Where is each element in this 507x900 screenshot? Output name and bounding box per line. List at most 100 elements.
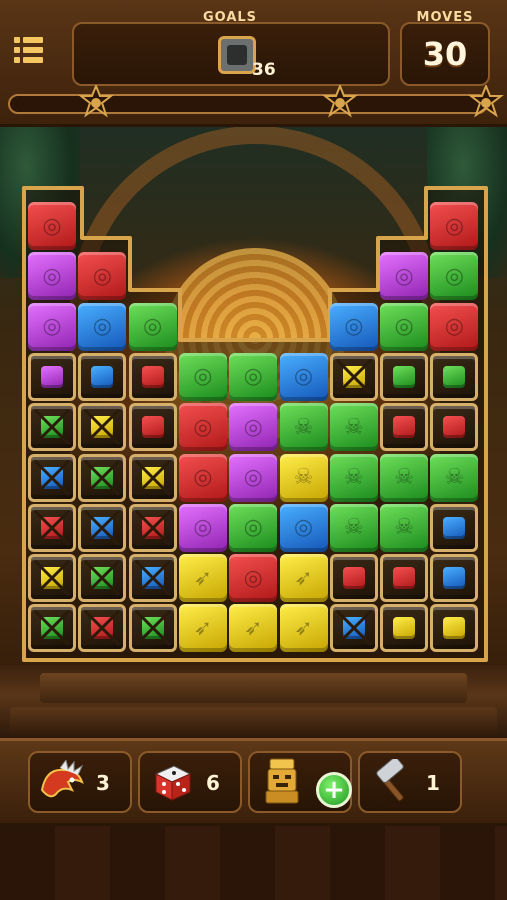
green-skull-block[interactable]: ☠ — [329, 453, 378, 502]
purple-block[interactable]: ◎ — [380, 252, 429, 301]
spiral-glyph-icon: ◎ — [42, 314, 62, 340]
green-block[interactable]: ◎ — [430, 252, 479, 301]
framed-cell[interactable] — [430, 503, 479, 552]
red-block[interactable]: ◎ — [178, 403, 227, 452]
spiral-glyph-icon: ◎ — [243, 364, 263, 390]
framed-cell[interactable] — [128, 403, 177, 452]
moves-panel: 30 — [400, 22, 490, 86]
stone-locked-cell[interactable] — [28, 604, 76, 653]
stone-locked-cell[interactable] — [78, 453, 127, 502]
lock-cross-icon — [33, 509, 71, 546]
purple-block[interactable]: ◎ — [178, 503, 227, 552]
blue-block[interactable]: ◎ — [78, 302, 127, 351]
stone-locked-cell[interactable] — [78, 604, 127, 653]
skull-icon: ☠ — [293, 465, 314, 490]
green-block[interactable]: ◎ — [229, 503, 278, 552]
lock-cross-icon — [84, 459, 121, 496]
red-block[interactable]: ◎ — [229, 554, 278, 603]
spiral-glyph-icon: ◎ — [42, 213, 62, 239]
stone-locked-cell[interactable] — [329, 352, 378, 401]
spiral-glyph-icon: ◎ — [394, 314, 414, 340]
framed-cell[interactable] — [430, 403, 479, 452]
spiral-glyph-icon: ◎ — [42, 263, 62, 289]
dice-booster[interactable]: 6 — [138, 751, 242, 813]
framed-cell[interactable] — [380, 604, 429, 653]
yellow-arrow-block[interactable]: ➶ — [279, 554, 328, 603]
quetzal-dragon-booster[interactable]: 3 — [28, 751, 132, 813]
blue-block[interactable]: ◎ — [279, 503, 328, 552]
purple-block[interactable]: ◎ — [28, 302, 76, 351]
purple-block[interactable]: ◎ — [229, 453, 278, 502]
lock-cross-icon — [335, 610, 372, 647]
red-gem — [393, 416, 416, 439]
lock-cross-icon — [33, 560, 71, 597]
green-skull-block[interactable]: ☠ — [279, 403, 328, 452]
green-skull-block[interactable]: ☠ — [380, 453, 429, 502]
spiral-glyph-icon: ◎ — [193, 465, 213, 490]
stone-locked-cell[interactable] — [128, 453, 177, 502]
framed-cell[interactable] — [329, 554, 378, 603]
stone-locked-cell[interactable] — [78, 503, 127, 552]
add-booster-button[interactable]: + — [316, 772, 352, 808]
stone-locked-cell[interactable] — [28, 453, 76, 502]
blue-gem — [443, 516, 466, 539]
yellow-arrow-block[interactable]: ➶ — [279, 604, 328, 653]
stone-locked-cell[interactable] — [78, 403, 127, 452]
red-block[interactable]: ◎ — [430, 202, 479, 250]
framed-cell[interactable] — [430, 352, 479, 401]
blue-block[interactable]: ◎ — [329, 302, 378, 351]
stone-locked-cell[interactable] — [128, 503, 177, 552]
yellow-arrow-block[interactable]: ➶ — [178, 554, 227, 603]
framed-cell[interactable] — [380, 554, 429, 603]
framed-cell[interactable] — [380, 403, 429, 452]
yellow-arrow-block[interactable]: ➶ — [178, 604, 227, 653]
yellow-arrow-block[interactable]: ➶ — [229, 604, 278, 653]
spiral-glyph-icon: ◎ — [394, 263, 414, 289]
temple-steps — [0, 665, 507, 740]
stone-locked-cell[interactable] — [128, 604, 177, 653]
stone-locked-cell[interactable] — [28, 554, 76, 603]
framed-cell[interactable] — [28, 352, 76, 401]
red-block[interactable]: ◎ — [430, 302, 479, 351]
spiral-glyph-icon: ◎ — [293, 364, 314, 390]
green-block[interactable]: ◎ — [128, 302, 177, 351]
star-milestone-icon — [78, 85, 114, 121]
green-skull-block[interactable]: ☠ — [380, 503, 429, 552]
green-skull-block[interactable]: ☠ — [430, 453, 479, 502]
yellow-skull-block[interactable]: ☠ — [279, 453, 328, 502]
stone-locked-cell[interactable] — [128, 554, 177, 603]
framed-cell[interactable] — [128, 352, 177, 401]
blue-block[interactable]: ◎ — [279, 352, 328, 401]
green-skull-block[interactable]: ☠ — [329, 403, 378, 452]
green-block[interactable]: ◎ — [380, 302, 429, 351]
framed-cell[interactable] — [78, 352, 127, 401]
stone-locked-cell[interactable] — [78, 554, 127, 603]
red-block[interactable]: ◎ — [178, 453, 227, 502]
skull-icon: ☠ — [343, 465, 364, 490]
spiral-glyph-icon: ◎ — [344, 314, 364, 340]
stone-locked-cell[interactable] — [28, 503, 76, 552]
lock-cross-icon — [33, 459, 71, 496]
red-block[interactable]: ◎ — [78, 252, 127, 301]
purple-block[interactable]: ◎ — [28, 252, 76, 301]
stone-locked-cell[interactable] — [28, 403, 76, 452]
green-block[interactable]: ◎ — [229, 352, 278, 401]
lock-cross-icon — [134, 509, 171, 546]
menu-button[interactable] — [14, 28, 58, 72]
booster-bar: 3 6 1 — [0, 738, 507, 826]
skull-icon: ☠ — [444, 465, 465, 490]
lock-cross-icon — [33, 409, 71, 446]
framed-cell[interactable] — [430, 604, 479, 653]
green-skull-block[interactable]: ☠ — [329, 503, 378, 552]
framed-cell[interactable] — [380, 352, 429, 401]
green-block[interactable]: ◎ — [178, 352, 227, 401]
stone-locked-cell[interactable] — [329, 604, 378, 653]
hammer-booster[interactable]: 1 — [358, 751, 462, 813]
lock-cross-icon — [134, 560, 171, 597]
booster-count: 3 — [96, 771, 110, 795]
red-block[interactable]: ◎ — [28, 202, 76, 250]
framed-cell[interactable] — [430, 554, 479, 603]
spiral-glyph-icon: ◎ — [193, 364, 213, 390]
purple-block[interactable]: ◎ — [229, 403, 278, 452]
temple-floor — [0, 820, 507, 900]
